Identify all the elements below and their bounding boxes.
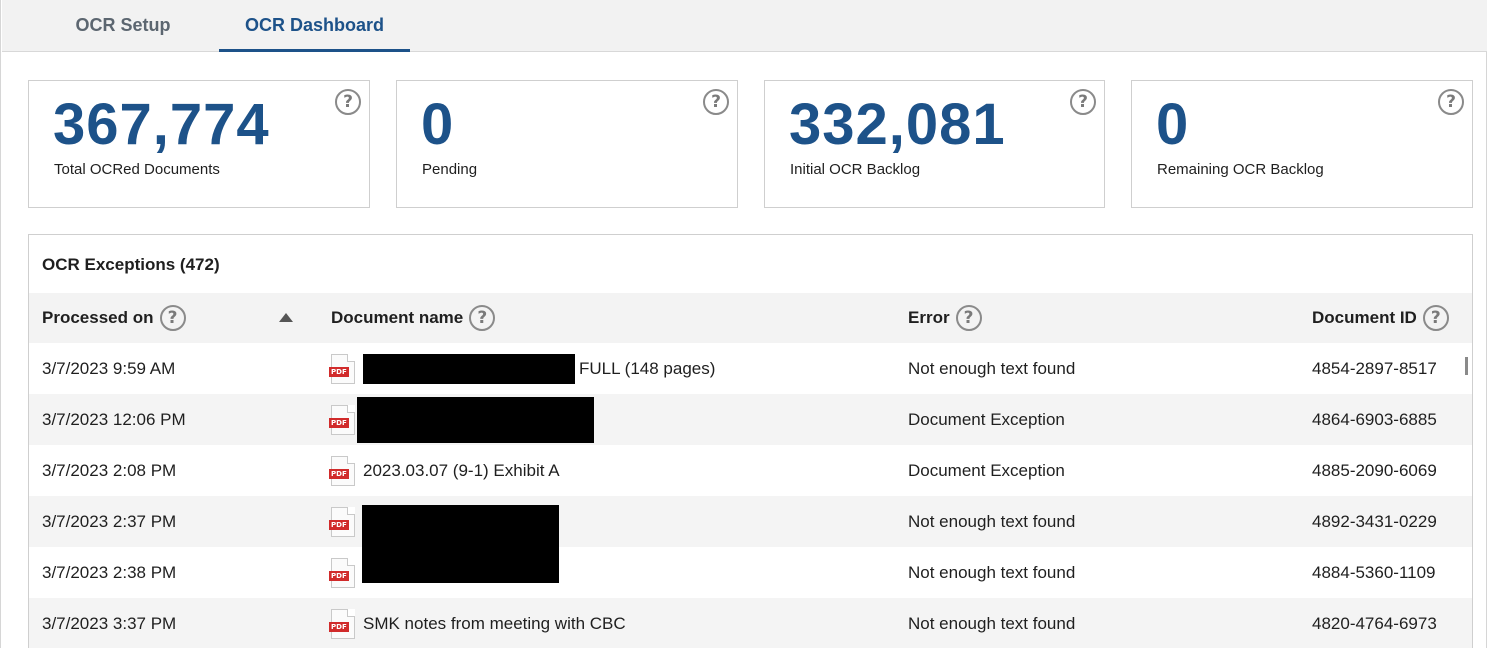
help-icon[interactable]: ? (469, 305, 496, 331)
processed-on-cell: 3/7/2023 2:37 PM (42, 511, 177, 531)
pdf-icon-label: PDF (329, 570, 349, 581)
processed-on-cell: 3/7/2023 9:59 AM (42, 358, 176, 378)
document-id-cell: 4854-2897-8517 (1312, 358, 1437, 378)
metric-card-pending: 0 Pending ? (396, 80, 738, 208)
scrollbar-thumb[interactable] (1465, 357, 1468, 375)
document-id-cell: 4892-3431-0229 (1312, 511, 1437, 531)
metric-label: Total OCRed Documents (54, 161, 220, 178)
redaction-block (363, 353, 575, 384)
pdf-icon: PDF (329, 608, 355, 639)
tab-bar: OCR Setup OCR Dashboard (2, 0, 1487, 52)
column-header-label: Document ID (1312, 308, 1417, 327)
document-name-text[interactable]: SMK notes from meeting with CBC (363, 614, 626, 634)
document-name-cell[interactable]: PDF (329, 496, 363, 547)
document-id-cell: 4884-5360-1109 (1312, 562, 1436, 582)
error-cell: Not enough text found (908, 613, 1076, 633)
help-icon[interactable]: ? (159, 305, 186, 331)
pdf-icon-label: PDF (329, 621, 349, 632)
metric-card-total-ocred: 367,774 Total OCRed Documents ? (28, 80, 370, 208)
help-icon[interactable]: ? (955, 305, 982, 331)
processed-on-cell: 3/7/2023 2:08 PM (42, 460, 177, 480)
tab-ocr-dashboard[interactable]: OCR Dashboard (219, 0, 410, 52)
sort-ascending-icon[interactable] (279, 313, 293, 322)
column-header-document-id[interactable]: Document ID ? (1312, 293, 1449, 343)
pdf-icon-label: PDF (329, 519, 349, 530)
pdf-icon-label: PDF (329, 366, 349, 377)
metric-value: 367,774 (53, 92, 270, 157)
document-name-cell[interactable]: PDF 2023.03.07 (9-1) Exhibit A (329, 445, 560, 496)
ocr-exceptions-panel: OCR Exceptions (472) Processed on ? Docu… (28, 234, 1473, 648)
pdf-icon: PDF (329, 557, 355, 588)
pdf-icon: PDF (329, 455, 355, 486)
document-name-text[interactable]: FULL (148 pages) (579, 359, 715, 379)
table-row[interactable]: 3/7/2023 3:37 PM PDF SMK notes from meet… (29, 598, 1472, 648)
document-id-cell: 4820-4764-6973 (1312, 613, 1437, 633)
help-icon[interactable]: ? (335, 89, 361, 115)
metric-card-initial-backlog: 332,081 Initial OCR Backlog ? (764, 80, 1105, 208)
column-header-processed-on[interactable]: Processed on ? (42, 293, 186, 343)
metric-value: 332,081 (789, 92, 1006, 157)
processed-on-cell: 3/7/2023 3:37 PM (42, 613, 177, 633)
metric-value: 0 (1156, 92, 1190, 157)
document-name-cell[interactable]: PDF (329, 394, 594, 445)
panel-title: OCR Exceptions (472) (42, 255, 220, 274)
error-cell: Not enough text found (908, 358, 1076, 378)
column-header-label: Processed on (42, 308, 154, 327)
pdf-icon: PDF (329, 404, 355, 435)
pdf-icon: PDF (329, 506, 355, 537)
metric-card-remaining-backlog: 0 Remaining OCR Backlog ? (1131, 80, 1473, 208)
pdf-icon: PDF (329, 353, 355, 384)
redaction-block (362, 505, 559, 583)
table-header: Processed on ? Document name ? Error ? D… (29, 293, 1472, 343)
table-row[interactable]: 3/7/2023 12:06 PM PDF Document Exception… (29, 394, 1472, 445)
pdf-icon-label: PDF (329, 468, 349, 479)
document-name-cell[interactable]: PDF FULL (148 pages) (329, 343, 715, 394)
help-icon[interactable]: ? (703, 89, 729, 115)
error-cell: Not enough text found (908, 562, 1076, 582)
document-name-text[interactable]: 2023.03.07 (9-1) Exhibit A (363, 461, 560, 481)
metric-label: Pending (422, 161, 478, 178)
column-header-label: Error (908, 308, 950, 327)
processed-on-cell: 3/7/2023 12:06 PM (42, 409, 186, 429)
column-header-error[interactable]: Error ? (908, 293, 982, 343)
pdf-icon-label: PDF (329, 417, 349, 428)
help-icon[interactable]: ? (1422, 305, 1449, 331)
metric-label: Initial OCR Backlog (790, 161, 921, 178)
redaction-block (357, 396, 594, 443)
processed-on-cell: 3/7/2023 2:38 PM (42, 562, 177, 582)
help-icon[interactable]: ? (1070, 89, 1096, 115)
metric-value: 0 (421, 92, 455, 157)
table-row[interactable]: 3/7/2023 9:59 AM PDF FULL (148 pages) No… (29, 343, 1472, 394)
error-cell: Document Exception (908, 460, 1065, 480)
document-name-cell[interactable]: PDF SMK notes from meeting with CBC (329, 598, 626, 648)
table-row[interactable]: 3/7/2023 2:38 PM PDF Not enough text fou… (29, 547, 1472, 598)
column-header-document-name[interactable]: Document name ? (331, 293, 496, 343)
column-header-label: Document name (331, 308, 464, 327)
error-cell: Document Exception (908, 409, 1065, 429)
metric-label: Remaining OCR Backlog (1157, 161, 1324, 178)
help-icon[interactable]: ? (1438, 89, 1464, 115)
document-id-cell: 4885-2090-6069 (1312, 460, 1437, 480)
document-id-cell: 4864-6903-6885 (1312, 409, 1437, 429)
error-cell: Not enough text found (908, 511, 1076, 531)
document-name-cell[interactable]: PDF (329, 547, 363, 598)
table-body: 3/7/2023 9:59 AM PDF FULL (148 pages) No… (29, 343, 1472, 648)
table-row[interactable]: 3/7/2023 2:08 PM PDF 2023.03.07 (9-1) Ex… (29, 445, 1472, 496)
app-frame: OCR Setup OCR Dashboard 367,774 Total OC… (0, 0, 1487, 648)
table-row[interactable]: 3/7/2023 2:37 PM PDF Not enough text fou… (29, 496, 1472, 547)
tab-ocr-setup[interactable]: OCR Setup (46, 0, 200, 52)
